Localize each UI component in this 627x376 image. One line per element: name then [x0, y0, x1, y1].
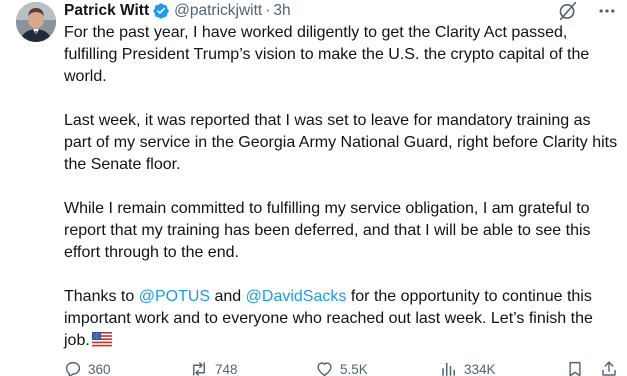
text-fragment: Thanks to — [64, 288, 139, 305]
share-button[interactable] — [600, 359, 618, 376]
mention-davidsacks[interactable]: @DavidSacks — [246, 288, 347, 305]
repost-count: 748 — [215, 361, 238, 376]
reply-button[interactable]: 360 — [64, 359, 111, 376]
like-button[interactable]: 5.5K — [315, 359, 368, 376]
text-fragment: and — [210, 288, 246, 305]
author-handle[interactable]: @patrickjwitt — [174, 1, 262, 21]
views-count: 334K — [464, 361, 496, 376]
timestamp[interactable]: 3h — [273, 1, 290, 21]
like-count: 5.5K — [340, 361, 368, 376]
us-flag-icon — [91, 332, 112, 354]
tweet-paragraph-4: Thanks to @POTUS and @DavidSacks for the… — [64, 286, 620, 354]
views-button[interactable]: 334K — [440, 359, 496, 376]
reply-icon — [64, 360, 82, 376]
grok-icon[interactable] — [557, 0, 579, 22]
avatar[interactable] — [16, 2, 56, 42]
tweet-text: For the past year, I have worked diligen… — [64, 22, 620, 354]
bookmark-icon — [566, 360, 584, 376]
repost-icon — [189, 360, 209, 376]
top-actions — [557, 0, 617, 22]
like-icon — [315, 360, 334, 376]
repost-button[interactable]: 748 — [189, 359, 238, 376]
mention-potus[interactable]: @POTUS — [139, 288, 210, 305]
views-icon — [440, 360, 458, 376]
avatar-image — [16, 2, 56, 42]
tweet-paragraph-3: While I remain committed to fulfilling m… — [64, 200, 591, 261]
verified-badge-icon[interactable] — [152, 2, 170, 20]
reply-count: 360 — [88, 361, 111, 376]
separator-dot: · — [265, 2, 271, 19]
bookmark-button[interactable] — [566, 359, 584, 376]
more-icon[interactable] — [597, 1, 617, 21]
tweet-actions: 360 748 5.5K 334K — [64, 359, 620, 376]
share-icon — [600, 360, 618, 376]
tweet-header: Patrick Witt @patrickjwitt · 3h — [64, 0, 291, 22]
tweet-paragraph-2: Last week, it was reported that I was se… — [64, 112, 618, 173]
tweet-paragraph-1: For the past year, I have worked diligen… — [64, 24, 590, 85]
author-display-name[interactable]: Patrick Witt — [64, 1, 149, 21]
